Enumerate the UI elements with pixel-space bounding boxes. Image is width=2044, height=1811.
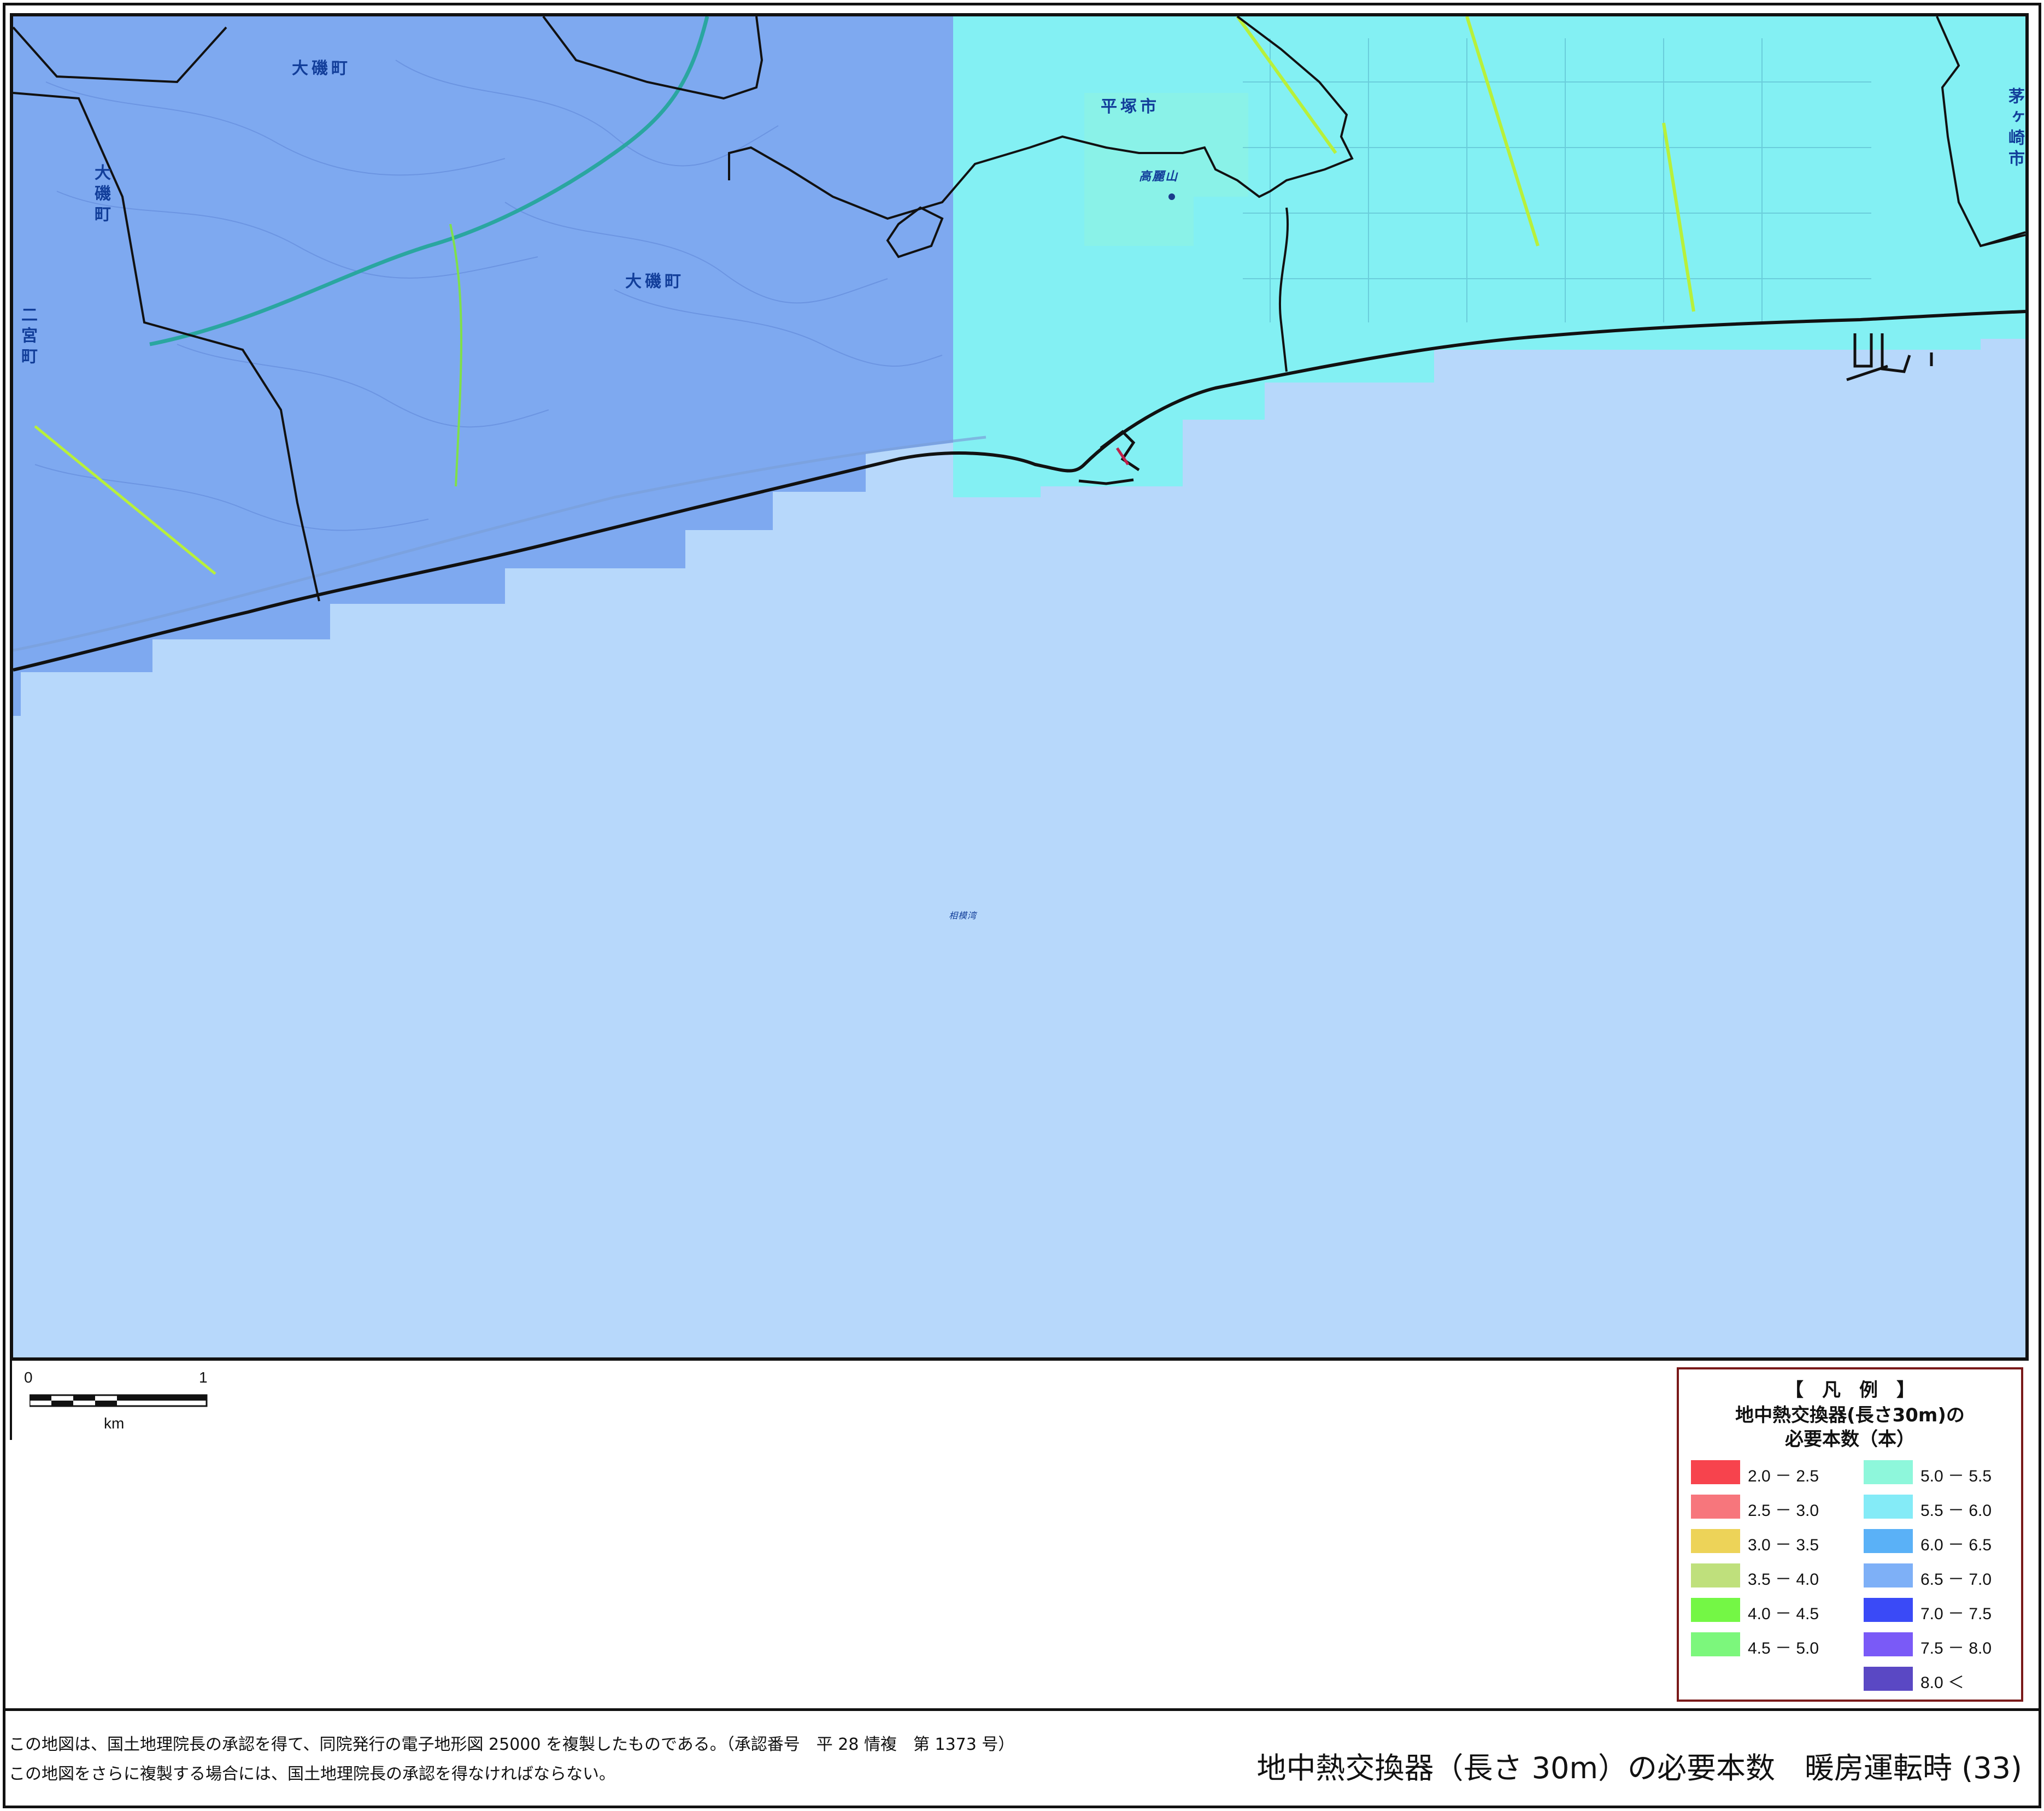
legend-swatch — [1864, 1529, 1913, 1553]
legend-swatch — [1864, 1632, 1913, 1656]
legend-label: 7.0 － 7.5 — [1920, 1605, 1992, 1623]
label-hiratsuka: 平塚市 — [1101, 97, 1160, 116]
legend-label: 4.0 － 4.5 — [1748, 1605, 1819, 1623]
legend-swatch — [1691, 1632, 1740, 1656]
legend-label: 2.5 － 3.0 — [1748, 1502, 1819, 1520]
legend-swatch — [1864, 1460, 1913, 1484]
scale-unit: km — [104, 1415, 125, 1432]
legend-swatch — [1691, 1460, 1740, 1484]
legend-label: 5.0 － 5.5 — [1920, 1467, 1992, 1485]
legend-swatch — [1864, 1563, 1913, 1587]
label-takatoriyama: 高麗山 — [1139, 170, 1179, 184]
legend-label: 7.5 － 8.0 — [1920, 1639, 1992, 1657]
legend: 【 凡 例 】 地中熱交換器(長さ30m)の 必要本数（本） 2.0 － 2.5… — [1677, 1367, 2023, 1702]
legend-swatch — [1864, 1495, 1913, 1519]
legend-header: 【 凡 例 】 — [1785, 1379, 1915, 1401]
mountain-marker — [1168, 193, 1175, 200]
credit-line-2: この地図をさらに複製する場合には、国土地理院長の承認を得なければならない。 — [9, 1765, 615, 1784]
scale-graphic — [30, 1394, 208, 1407]
label-chigasaki: 茅ヶ崎市 — [2005, 87, 2024, 170]
map-title: 地中熱交換器（長さ 30m）の必要本数 暖房運転時 (33) — [1256, 1751, 2023, 1785]
scale-zero: 0 — [24, 1369, 33, 1386]
legend-label: 3.5 － 4.0 — [1748, 1571, 1819, 1589]
legend-label: 6.0 － 6.5 — [1920, 1536, 1992, 1554]
legend-title-line1: 地中熱交換器(長さ30m)の — [1735, 1404, 1965, 1426]
footer: この地図は、国土地理院長の承認を得て、同院発行の電子地形図 25000 を複製し… — [5, 1708, 2039, 1811]
legend-label: 2.0 － 2.5 — [1748, 1467, 1819, 1485]
label-oiso-center: 大磯町 — [625, 272, 684, 291]
legend-label: 8.0 ＜ — [1920, 1674, 1965, 1692]
label-oiso-top: 大磯町 — [292, 59, 351, 78]
label-ninomiya: 二宮町 — [18, 306, 37, 368]
map-area[interactable]: 大磯町 大磯町 大磯町 二宮町 平塚市 茅ヶ崎市 高麗山 相模湾 — [10, 13, 2029, 1361]
label-sagami-bay: 相模湾 — [949, 910, 977, 921]
legend-swatch — [1691, 1598, 1740, 1622]
left-margin-line — [10, 1361, 12, 1440]
legend-swatch — [1864, 1667, 1913, 1691]
legend-swatch — [1691, 1529, 1740, 1553]
legend-label: 3.0 － 3.5 — [1748, 1536, 1819, 1554]
scale-one: 1 — [199, 1369, 208, 1386]
legend-title-line2: 必要本数（本） — [1785, 1428, 1915, 1450]
legend-swatch — [1691, 1563, 1740, 1587]
credit-line-1: この地図は、国土地理院長の承認を得て、同院発行の電子地形図 25000 を複製し… — [9, 1735, 1015, 1754]
scale-bar: 0 1 km — [22, 1369, 219, 1434]
legend-swatch — [1691, 1495, 1740, 1519]
label-oiso-vertical: 大磯町 — [91, 164, 110, 226]
legend-label: 6.5 － 7.0 — [1920, 1571, 1992, 1589]
legend-swatch — [1864, 1598, 1913, 1622]
legend-label: 4.5 － 5.0 — [1748, 1639, 1819, 1657]
map-canvas[interactable] — [13, 16, 2025, 1357]
legend-label: 5.5 － 6.0 — [1920, 1502, 1992, 1520]
